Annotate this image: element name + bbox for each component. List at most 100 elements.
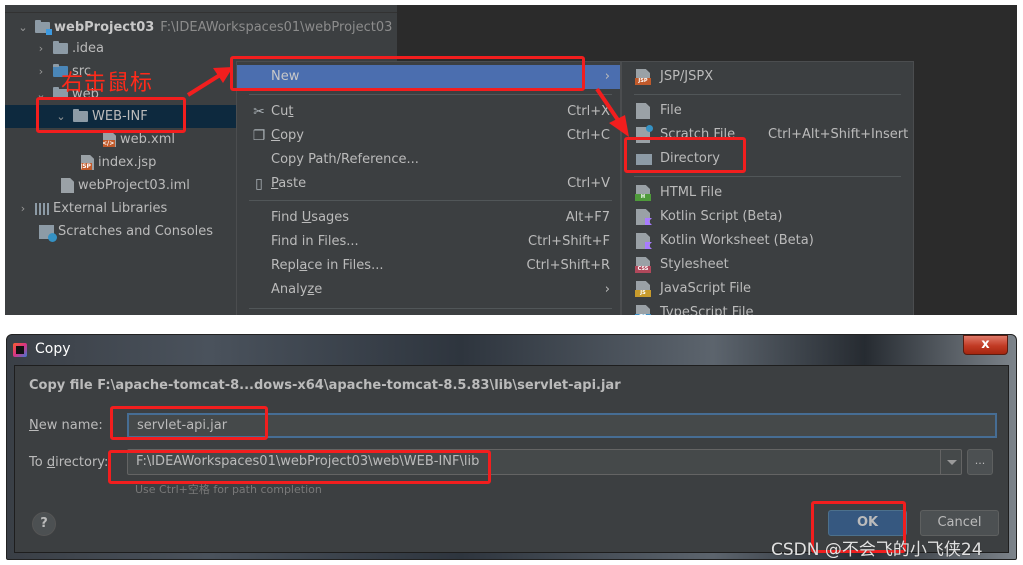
submenu-item-label: File bbox=[660, 103, 682, 118]
folder-icon bbox=[636, 151, 652, 167]
menu-item-shortcut: Ctrl+Shift+F bbox=[528, 234, 610, 249]
help-button[interactable]: ? bbox=[32, 512, 56, 536]
menu-item-label: Find in Files... bbox=[271, 234, 359, 249]
submenu-item-label: Scratch File bbox=[660, 127, 736, 142]
scratch-file-icon bbox=[636, 125, 653, 143]
folder-icon bbox=[53, 41, 68, 54]
menu-item-cut[interactable]: ✂ Cut Ctrl+X bbox=[237, 100, 620, 124]
menu-separator bbox=[249, 200, 612, 201]
chevron-down-icon[interactable]: ⌄ bbox=[17, 16, 29, 39]
menu-item-label: Analyze bbox=[271, 282, 323, 297]
new-name-label: New name: bbox=[29, 418, 103, 433]
iml-file-icon bbox=[61, 178, 74, 193]
menu-item-label: Replace in Files... bbox=[271, 258, 384, 273]
module-folder-icon bbox=[35, 20, 52, 35]
menu-item-replace-in-files[interactable]: Replace in Files... Ctrl+Shift+R bbox=[237, 254, 620, 278]
dialog-body: Copy file F:\apache-tomcat-8...dows-x64\… bbox=[14, 365, 1009, 553]
context-menu: New › ✂ Cut Ctrl+X ❐ Copy Ctrl+C Copy Pa… bbox=[236, 61, 621, 315]
close-button[interactable]: x bbox=[963, 335, 1008, 355]
submenu-item-typescript[interactable]: TS TypeScript File bbox=[622, 301, 913, 315]
css-file-icon: CSS bbox=[635, 257, 651, 273]
jsp-file-icon: JSP bbox=[81, 155, 94, 170]
tree-item-scratches[interactable]: Scratches and Consoles bbox=[39, 220, 213, 243]
clipboard-icon: ▯ bbox=[255, 176, 263, 192]
menu-separator bbox=[249, 308, 612, 309]
menu-item-shortcut: Ctrl+X bbox=[567, 104, 610, 119]
folder-icon bbox=[73, 109, 88, 122]
submenu-item-directory[interactable]: Directory bbox=[622, 147, 913, 171]
path-completion-hint: Use Ctrl+空格 for path completion bbox=[135, 483, 322, 496]
cancel-button[interactable]: Cancel bbox=[920, 510, 999, 536]
menu-item-label: Cut bbox=[271, 104, 294, 119]
submenu-item-shortcut: Ctrl+Alt+Shift+Insert bbox=[768, 127, 909, 142]
menu-item-paste[interactable]: ▯ Paste Ctrl+V bbox=[237, 172, 620, 196]
html-file-icon: H bbox=[635, 185, 651, 201]
project-name: webProject03 bbox=[54, 20, 155, 35]
chevron-right-icon[interactable]: › bbox=[17, 197, 29, 220]
scratches-icon bbox=[39, 224, 57, 242]
menu-item-new[interactable]: New › bbox=[237, 65, 620, 89]
submenu-item-label: Stylesheet bbox=[660, 257, 729, 272]
chevron-down-icon[interactable]: ⌄ bbox=[35, 83, 47, 106]
tree-item-label: Scratches and Consoles bbox=[58, 224, 214, 239]
menu-separator bbox=[634, 94, 901, 95]
submenu-item-html[interactable]: H HTML File bbox=[622, 181, 913, 205]
tree-item-label: index.jsp bbox=[98, 155, 157, 170]
menu-item-shortcut: Ctrl+V bbox=[567, 176, 610, 191]
menu-item-label: Paste bbox=[271, 176, 307, 191]
tree-item-label: WEB-INF bbox=[92, 109, 148, 124]
to-directory-combobox[interactable]: F:\IDEAWorkspaces01\webProject03\web\WEB… bbox=[127, 449, 962, 475]
tree-item-iml[interactable]: webProject03.iml bbox=[61, 174, 190, 197]
tree-item-external-libraries[interactable]: › External Libraries bbox=[17, 197, 167, 220]
tree-item-index-jsp[interactable]: JSP index.jsp bbox=[81, 151, 156, 174]
menu-item-find-usages[interactable]: Find Usages Alt+F7 bbox=[237, 206, 620, 230]
chevron-right-icon[interactable]: › bbox=[35, 37, 47, 60]
label-text: To bbox=[29, 455, 47, 470]
label-mnemonic: d bbox=[46, 455, 56, 470]
submenu-item-kotlin-worksheet[interactable]: Kotlin Worksheet (Beta) bbox=[622, 229, 913, 253]
close-icon: x bbox=[981, 337, 990, 352]
tree-root-row[interactable]: ⌄ webProject03 F:\IDEAWorkspaces01\webPr… bbox=[17, 16, 392, 39]
tree-item-label: External Libraries bbox=[53, 201, 168, 216]
to-directory-label: To directory: bbox=[29, 455, 108, 470]
browse-button[interactable]: ... bbox=[967, 449, 993, 475]
dropdown-arrow-icon[interactable] bbox=[940, 449, 962, 475]
ok-button[interactable]: OK bbox=[828, 510, 907, 536]
submenu-item-jsp[interactable]: JSP JSP/JSPX bbox=[622, 65, 913, 89]
submenu-item-label: Directory bbox=[660, 151, 720, 166]
tree-item-web-xml[interactable]: </> web.xml bbox=[103, 128, 175, 151]
file-icon bbox=[636, 103, 650, 119]
menu-item-label: Copy Path/Reference... bbox=[271, 152, 419, 167]
tree-item-label: web.xml bbox=[120, 132, 175, 147]
submenu-item-label: Kotlin Worksheet (Beta) bbox=[660, 233, 814, 248]
submenu-item-kotlin-script[interactable]: Kotlin Script (Beta) bbox=[622, 205, 913, 229]
submenu-item-file[interactable]: File bbox=[622, 99, 913, 123]
libraries-icon bbox=[35, 202, 49, 215]
menu-item-analyze[interactable]: Analyze › bbox=[237, 278, 620, 302]
chevron-down-icon[interactable]: ⌄ bbox=[55, 105, 67, 128]
js-file-icon: JS bbox=[635, 281, 651, 297]
submenu-item-label: HTML File bbox=[660, 185, 723, 200]
label-mnemonic: N bbox=[29, 418, 39, 433]
annotation-right-click-text: 右击鼠标 bbox=[61, 71, 154, 96]
chevron-right-icon[interactable]: › bbox=[35, 60, 47, 83]
tree-toolbar bbox=[5, 5, 397, 13]
submenu-item-scratch-file[interactable]: Scratch File Ctrl+Alt+Shift+Insert bbox=[622, 123, 913, 147]
copy-icon: ❐ bbox=[252, 128, 266, 144]
dialog-titlebar[interactable]: Copy x bbox=[7, 335, 1016, 365]
submenu-item-label: JSP/JSPX bbox=[660, 69, 714, 84]
menu-item-shortcut: Ctrl+Shift+R bbox=[526, 258, 611, 273]
tree-item-idea[interactable]: › .idea bbox=[35, 37, 104, 60]
submenu-item-javascript[interactable]: JS JavaScript File bbox=[622, 277, 913, 301]
submenu-item-stylesheet[interactable]: CSS Stylesheet bbox=[622, 253, 913, 277]
copy-dialog: Copy x Copy file F:\apache-tomcat-8...do… bbox=[6, 334, 1017, 560]
scissors-icon: ✂ bbox=[253, 104, 265, 120]
menu-item-copy-path[interactable]: Copy Path/Reference... bbox=[237, 148, 620, 172]
new-name-input[interactable]: servlet-api.jar bbox=[127, 413, 997, 438]
kotlin-icon bbox=[636, 233, 652, 249]
label-text: ew name: bbox=[38, 418, 103, 433]
menu-item-copy[interactable]: ❐ Copy Ctrl+C bbox=[237, 124, 620, 148]
copy-file-heading: Copy file F:\apache-tomcat-8...dows-x64\… bbox=[29, 378, 621, 393]
menu-item-label: New bbox=[271, 69, 300, 84]
menu-item-find-in-files[interactable]: Find in Files... Ctrl+Shift+F bbox=[237, 230, 620, 254]
